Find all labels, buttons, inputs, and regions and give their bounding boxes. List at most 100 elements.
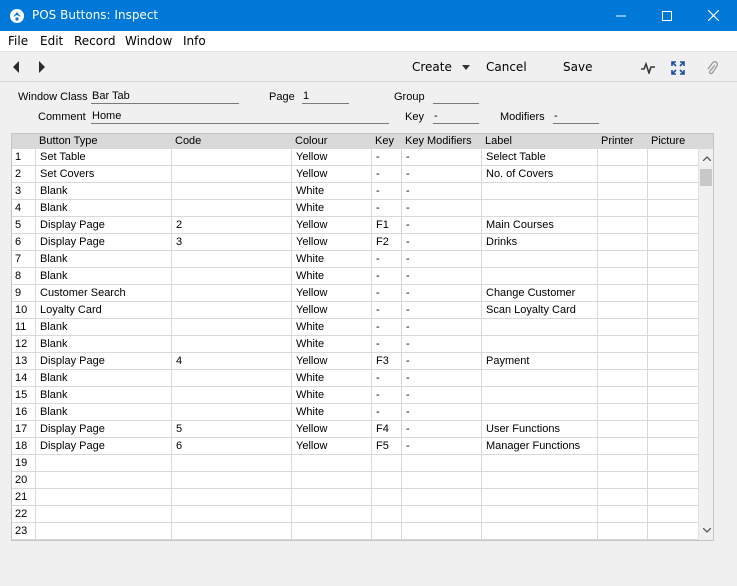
column-header-code[interactable]: Code [175,135,201,147]
code-cell[interactable]: 4 [176,355,182,367]
button-type-cell[interactable]: Blank [40,406,68,418]
code-cell[interactable]: 2 [176,219,182,231]
key-cell[interactable]: - [376,202,380,214]
key-modifiers-cell[interactable]: - [406,270,410,282]
colour-cell[interactable]: White [296,406,324,418]
key-cell[interactable]: - [376,304,380,316]
colour-cell[interactable]: White [296,389,324,401]
button-type-cell[interactable]: Blank [40,253,68,265]
colour-cell[interactable]: Yellow [296,151,327,163]
colour-cell[interactable]: White [296,270,324,282]
group-field[interactable] [433,90,479,104]
activity-pulse-icon[interactable] [639,59,657,77]
table-row[interactable]: 18 Display Page 6 Yellow F5 - Manager Function… [12,438,698,455]
key-modifiers-cell[interactable]: - [406,423,410,435]
button-type-cell[interactable]: Blank [40,389,68,401]
paperclip-icon[interactable] [703,59,721,77]
label-cell[interactable]: Drinks [486,236,517,248]
key-field[interactable]: - [433,110,479,124]
code-cell[interactable]: 5 [176,423,182,435]
table-row[interactable]: 9 Customer Search Yellow - - Change Customer [12,285,698,302]
colour-cell[interactable]: White [296,185,324,197]
maximize-button[interactable] [644,0,690,31]
label-cell[interactable]: Payment [486,355,529,367]
key-cell[interactable]: - [376,253,380,265]
table-row[interactable]: 1 Set Table Yellow - - Select Table [12,149,698,166]
colour-cell[interactable]: Yellow [296,236,327,248]
key-modifiers-cell[interactable]: - [406,202,410,214]
table-row[interactable]: 15 Blank White - - [12,387,698,404]
table-row[interactable]: 8 Blank White - - [12,268,698,285]
key-modifiers-cell[interactable]: - [406,253,410,265]
key-cell[interactable]: - [376,270,380,282]
table-row[interactable]: 13 Display Page 4 Yellow F3 - Payment [12,353,698,370]
key-modifiers-cell[interactable]: - [406,236,410,248]
next-record-icon[interactable] [35,59,49,75]
key-cell[interactable]: - [376,321,380,333]
button-type-cell[interactable]: Blank [40,270,68,282]
close-button[interactable] [690,0,736,31]
key-modifiers-cell[interactable]: - [406,440,410,452]
label-cell[interactable]: Select Table [486,151,546,163]
key-cell[interactable]: F4 [376,423,389,435]
key-modifiers-cell[interactable]: - [406,219,410,231]
key-cell[interactable]: F3 [376,355,389,367]
key-modifiers-cell[interactable]: - [406,151,410,163]
create-button[interactable]: Create [412,60,470,74]
page-field[interactable]: 1 [302,90,349,104]
key-modifiers-cell[interactable]: - [406,185,410,197]
key-cell[interactable]: F1 [376,219,389,231]
menu-window[interactable]: Window [125,34,172,48]
colour-cell[interactable]: Yellow [296,287,327,299]
colour-cell[interactable]: Yellow [296,440,327,452]
scroll-down-icon[interactable] [699,523,713,538]
label-cell[interactable]: Manager Functions [486,440,580,452]
key-cell[interactable]: - [376,389,380,401]
colour-cell[interactable]: Yellow [296,355,327,367]
colour-cell[interactable]: White [296,321,324,333]
column-header-button-type[interactable]: Button Type [39,135,98,147]
code-cell[interactable]: 3 [176,236,182,248]
key-cell[interactable]: F2 [376,236,389,248]
key-modifiers-cell[interactable]: - [406,321,410,333]
table-row[interactable]: 11 Blank White - - [12,319,698,336]
button-type-cell[interactable]: Customer Search [40,287,126,299]
colour-cell[interactable]: Yellow [296,168,327,180]
menu-file[interactable]: File [8,34,28,48]
table-row[interactable]: 2 Set Covers Yellow - - No. of Covers [12,166,698,183]
button-type-cell[interactable]: Blank [40,202,68,214]
table-row[interactable]: 16 Blank White - - [12,404,698,421]
button-type-cell[interactable]: Blank [40,185,68,197]
label-cell[interactable]: Scan Loyalty Card [486,304,576,316]
key-cell[interactable]: - [376,185,380,197]
button-type-cell[interactable]: Blank [40,338,68,350]
table-row[interactable]: 10 Loyalty Card Yellow - - Scan Loyalty Card [12,302,698,319]
column-header-colour[interactable]: Colour [295,135,327,147]
minimize-button[interactable] [598,0,644,31]
table-row[interactable]: 6 Display Page 3 Yellow F2 - Drinks [12,234,698,251]
button-type-cell[interactable]: Blank [40,321,68,333]
table-row[interactable]: 3 Blank White - - [12,183,698,200]
key-modifiers-cell[interactable]: - [406,304,410,316]
code-cell[interactable]: 6 [176,440,182,452]
column-header-label[interactable]: Label [485,135,512,147]
vertical-scrollbar[interactable] [698,149,713,540]
scroll-up-icon[interactable] [699,151,713,166]
menu-record[interactable]: Record [74,34,115,48]
table-row[interactable]: 4 Blank White - - [12,200,698,217]
table-row[interactable]: 21 [12,489,698,506]
comment-field[interactable]: Home [91,110,389,124]
colour-cell[interactable]: White [296,253,324,265]
previous-record-icon[interactable] [9,59,23,75]
button-type-cell[interactable]: Display Page [40,440,105,452]
colour-cell[interactable]: Yellow [296,219,327,231]
colour-cell[interactable]: White [296,338,324,350]
colour-cell[interactable]: Yellow [296,423,327,435]
cancel-button[interactable]: Cancel [486,60,527,74]
key-cell[interactable]: - [376,151,380,163]
colour-cell[interactable]: Yellow [296,304,327,316]
column-header-picture[interactable]: Picture [651,135,685,147]
key-cell[interactable]: F5 [376,440,389,452]
button-type-cell[interactable]: Display Page [40,219,105,231]
key-modifiers-cell[interactable]: - [406,338,410,350]
